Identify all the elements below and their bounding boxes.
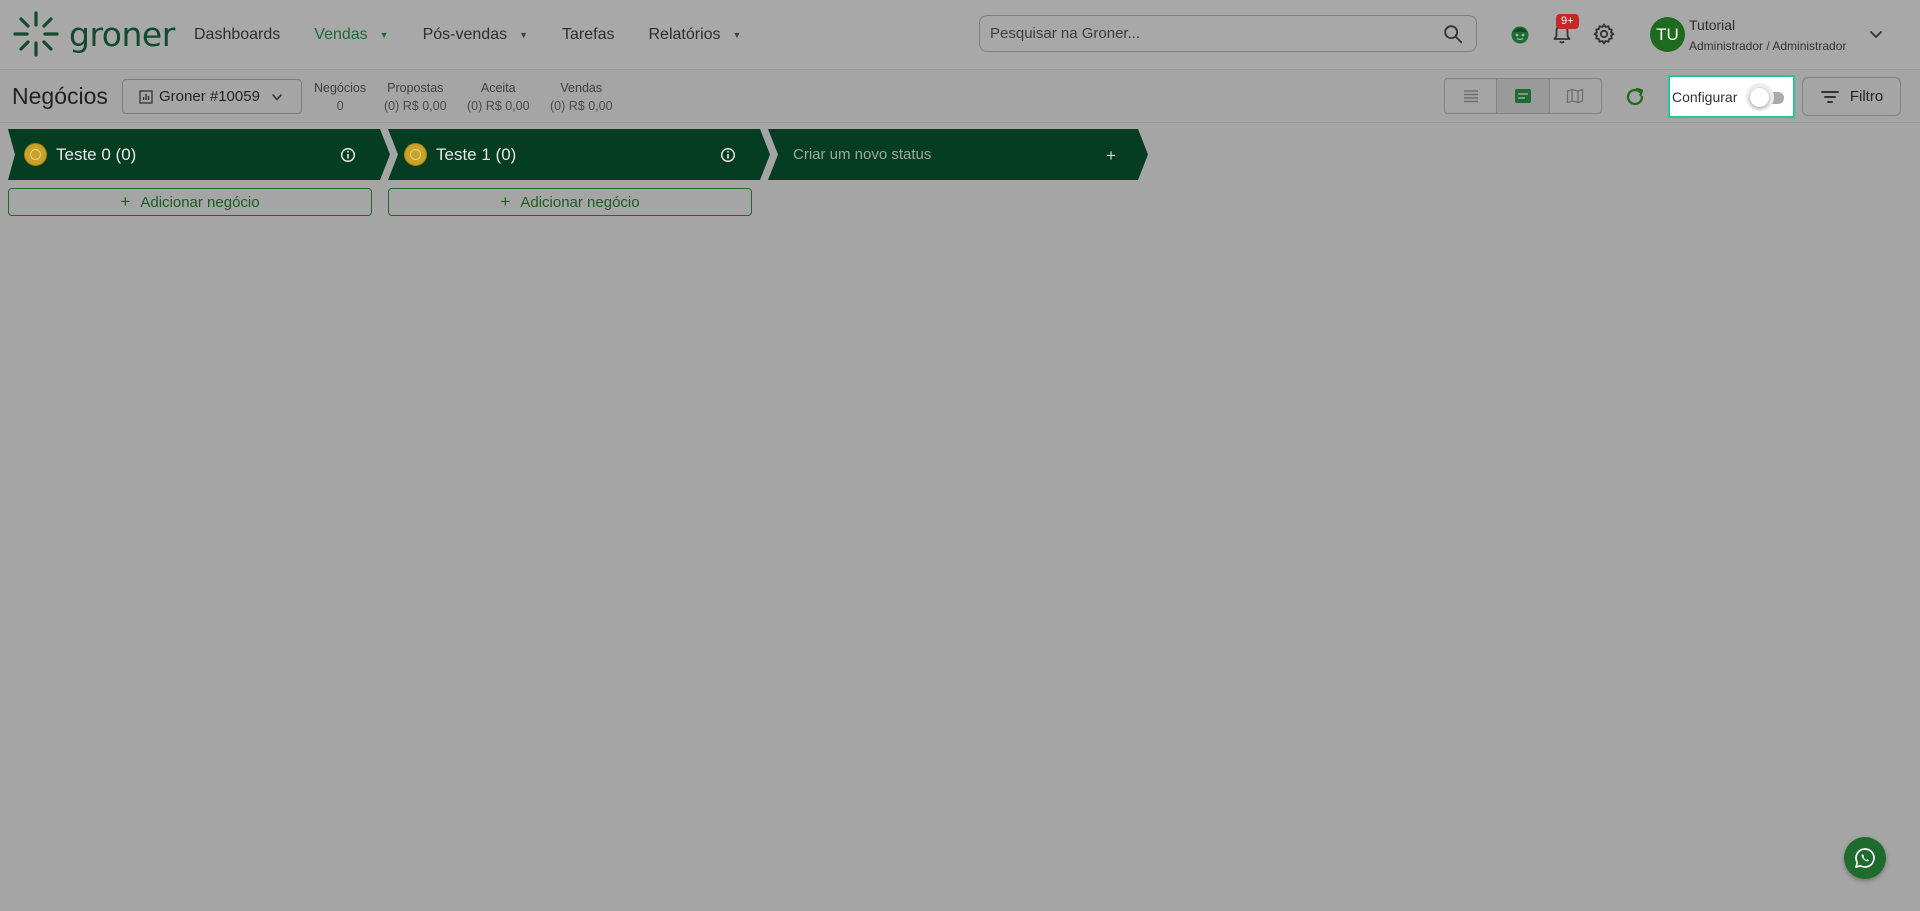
plus-icon: + [120, 192, 131, 211]
chevron-down-icon[interactable] [1868, 26, 1884, 42]
kanban-column-header[interactable]: Teste 1 (0) [388, 129, 770, 180]
nav-item-tarefas[interactable]: Tarefas [562, 26, 614, 44]
nav-item-vendas[interactable]: Vendas ▼ [314, 26, 388, 44]
add-deal-label: Adicionar negócio [140, 193, 260, 211]
status-coin-icon [24, 143, 47, 166]
user-name[interactable]: Tutorial [1689, 17, 1735, 33]
filter-icon [1820, 90, 1839, 103]
search-icon[interactable] [1442, 23, 1464, 45]
page-toolbar: Negócios Groner #10059 Negócios 0 Propos… [0, 70, 1920, 123]
filter-label: Filtro [1849, 88, 1884, 105]
view-mode-toggle [1444, 78, 1602, 114]
chevron-down-icon [272, 93, 282, 100]
column-title: Teste 0 (0) [56, 145, 137, 164]
nav-item-dashboards[interactable]: Dashboards [194, 26, 280, 44]
card-icon [1514, 89, 1531, 103]
pipeline-select-value: Groner #10059 [159, 88, 260, 105]
add-deal-button[interactable]: + Adicionar negócio [8, 188, 372, 216]
stat-label: Negócios [314, 81, 367, 95]
kanban-column-header[interactable]: Teste 0 (0) [8, 129, 390, 180]
map-view-button[interactable] [1550, 79, 1601, 113]
main-nav: Dashboards Vendas ▼ Pós-vendas ▼ Tarefas… [194, 0, 775, 69]
configure-label: Configurar [1672, 88, 1738, 105]
user-role: Administrador / Administrador [1689, 39, 1847, 53]
whatsapp-icon [1855, 848, 1875, 868]
brand-name: groner [69, 14, 175, 54]
assistant-face-icon[interactable] [1508, 22, 1532, 46]
caret-down-icon: ▼ [519, 29, 529, 40]
stat-value: (0) R$ 0,00 [467, 99, 530, 113]
nav-item-label: Relatórios [648, 25, 721, 43]
stat-value: (0) R$ 0,00 [550, 99, 613, 113]
info-icon[interactable] [720, 147, 736, 163]
caret-down-icon: ▼ [732, 29, 742, 40]
nav-item-relatorios[interactable]: Relatórios ▼ [648, 26, 741, 44]
configure-toggle-box: Configurar [1668, 75, 1795, 118]
map-icon [1567, 88, 1584, 104]
page-title: Negócios [12, 83, 108, 109]
search-input[interactable] [980, 16, 1442, 51]
info-icon[interactable] [340, 147, 356, 163]
plus-icon: + [500, 192, 511, 211]
stat-vendas: Vendas (0) R$ 0,00 [550, 79, 613, 115]
nav-item-label: Vendas [314, 25, 368, 43]
groner-logo-icon [13, 11, 59, 57]
global-search [979, 15, 1477, 52]
plus-icon[interactable]: + [1106, 146, 1116, 166]
add-deal-label: Adicionar negócio [520, 193, 640, 211]
stat-negocios: Negócios 0 [314, 79, 366, 115]
refresh-icon[interactable] [1624, 86, 1646, 108]
list-icon [1463, 90, 1478, 103]
stat-value: (0) R$ 0,00 [384, 99, 447, 113]
new-status-header[interactable]: Criar um novo status + [768, 129, 1148, 180]
notification-badge: 9+ [1556, 14, 1579, 29]
column-title: Teste 1 (0) [436, 145, 517, 164]
whatsapp-chat-button[interactable] [1844, 837, 1886, 879]
stat-aceita: Aceita (0) R$ 0,00 [467, 79, 530, 115]
stat-propostas: Propostas (0) R$ 0,00 [384, 79, 447, 115]
configure-switch[interactable] [1746, 83, 1786, 111]
stat-label: Propostas [387, 81, 444, 95]
list-view-button[interactable] [1445, 79, 1498, 113]
switch-knob [1750, 88, 1769, 107]
stat-label: Vendas [560, 81, 603, 95]
avatar[interactable]: TU [1650, 17, 1685, 52]
nav-item-label: Tarefas [562, 25, 615, 43]
new-status-label: Criar um novo status [793, 146, 932, 163]
stat-value: 0 [336, 99, 344, 113]
status-coin-icon [404, 143, 427, 166]
kanban-view-button[interactable] [1497, 79, 1550, 113]
bar-chart-icon [139, 89, 153, 104]
stat-label: Aceita [480, 81, 516, 95]
nav-item-pos-vendas[interactable]: Pós-vendas ▼ [423, 26, 528, 44]
add-deal-button[interactable]: + Adicionar negócio [388, 188, 752, 216]
nav-item-label: Dashboards [194, 25, 281, 43]
filter-button[interactable]: Filtro [1802, 77, 1901, 116]
top-navbar: groner Dashboards Vendas ▼ Pós-vendas ▼ … [0, 0, 1920, 70]
gear-icon[interactable] [1592, 22, 1616, 46]
brand-logo[interactable]: groner [12, 10, 175, 58]
nav-item-label: Pós-vendas [422, 25, 508, 43]
caret-down-icon: ▼ [379, 29, 389, 40]
pipeline-select[interactable]: Groner #10059 [122, 79, 302, 114]
